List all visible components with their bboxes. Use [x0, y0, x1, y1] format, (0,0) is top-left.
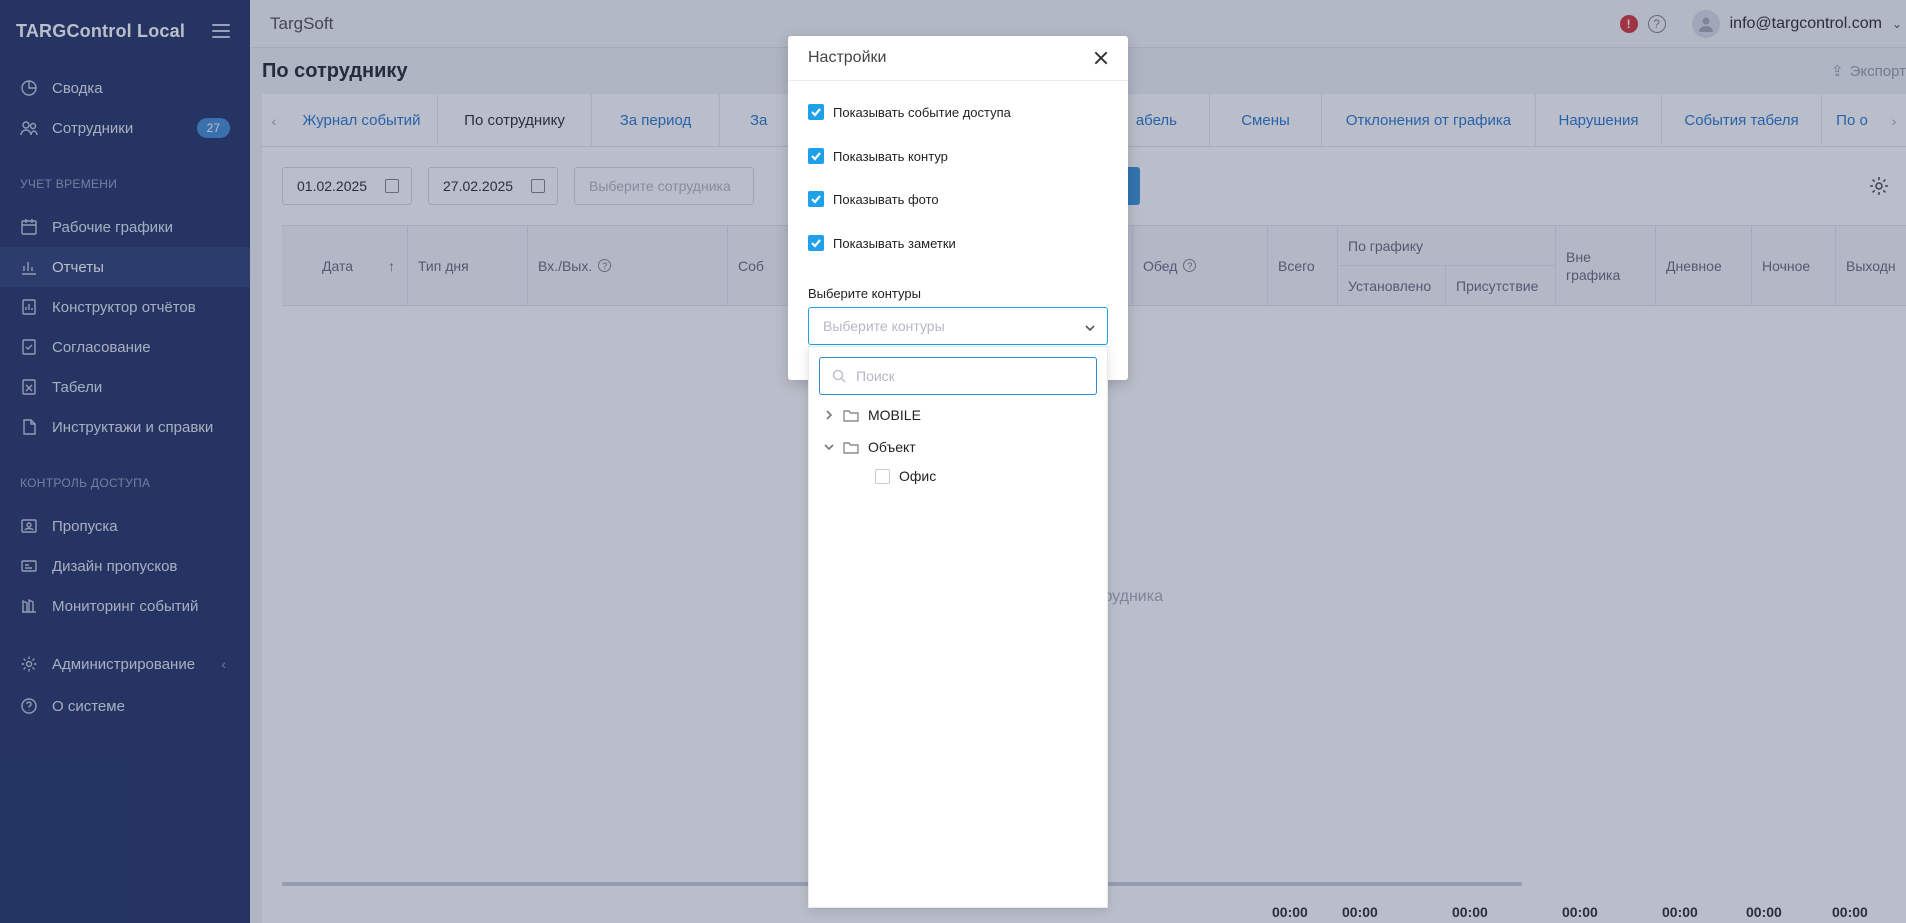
folder-icon	[843, 441, 859, 454]
tree-node-label: MOBILE	[868, 407, 921, 423]
contours-label: Выберите контуры	[808, 286, 921, 301]
checkbox-label: Показывать фото	[833, 191, 939, 207]
modal-title: Настройки	[808, 49, 887, 66]
chevron-down-icon	[1085, 320, 1095, 332]
tree-node-office[interactable]: Офис	[875, 468, 936, 484]
settings-modal: Настройки Показывать событие доступа Пок…	[788, 36, 1128, 380]
show-notes-checkbox[interactable]: Показывать заметки	[808, 235, 956, 251]
tree-node-label: Офис	[899, 468, 937, 484]
modal-header: Настройки	[788, 36, 1128, 81]
checkbox-checked-icon	[808, 235, 824, 251]
search-icon	[832, 369, 846, 383]
checkbox-checked-icon	[808, 191, 824, 207]
checkbox-checked-icon	[808, 104, 824, 120]
contours-search-input[interactable]: Поиск	[819, 357, 1097, 395]
close-icon[interactable]	[1092, 49, 1110, 67]
checkbox-label: Показывать контур	[833, 148, 948, 164]
checkbox-label: Показывать событие доступа	[833, 104, 1011, 120]
contours-placeholder: Выберите контуры	[823, 318, 945, 334]
tree-node-object[interactable]: Объект	[823, 439, 916, 455]
tree-node-label: Объект	[868, 439, 916, 455]
tree-node-mobile[interactable]: MOBILE	[823, 407, 921, 423]
contours-dropdown: Поиск MOBILE Объект Офис	[808, 346, 1108, 908]
chevron-right-icon[interactable]	[823, 409, 835, 421]
contours-select[interactable]: Выберите контуры	[808, 307, 1108, 345]
show-contour-checkbox[interactable]: Показывать контур	[808, 148, 948, 164]
show-access-event-checkbox[interactable]: Показывать событие доступа	[808, 104, 1011, 120]
search-placeholder: Поиск	[856, 368, 895, 384]
office-checkbox[interactable]	[875, 468, 890, 484]
checkbox-checked-icon	[808, 148, 824, 164]
folder-icon	[843, 409, 859, 422]
chevron-down-icon[interactable]	[823, 441, 835, 453]
checkbox-label: Показывать заметки	[833, 235, 956, 251]
show-photo-checkbox[interactable]: Показывать фото	[808, 191, 939, 207]
